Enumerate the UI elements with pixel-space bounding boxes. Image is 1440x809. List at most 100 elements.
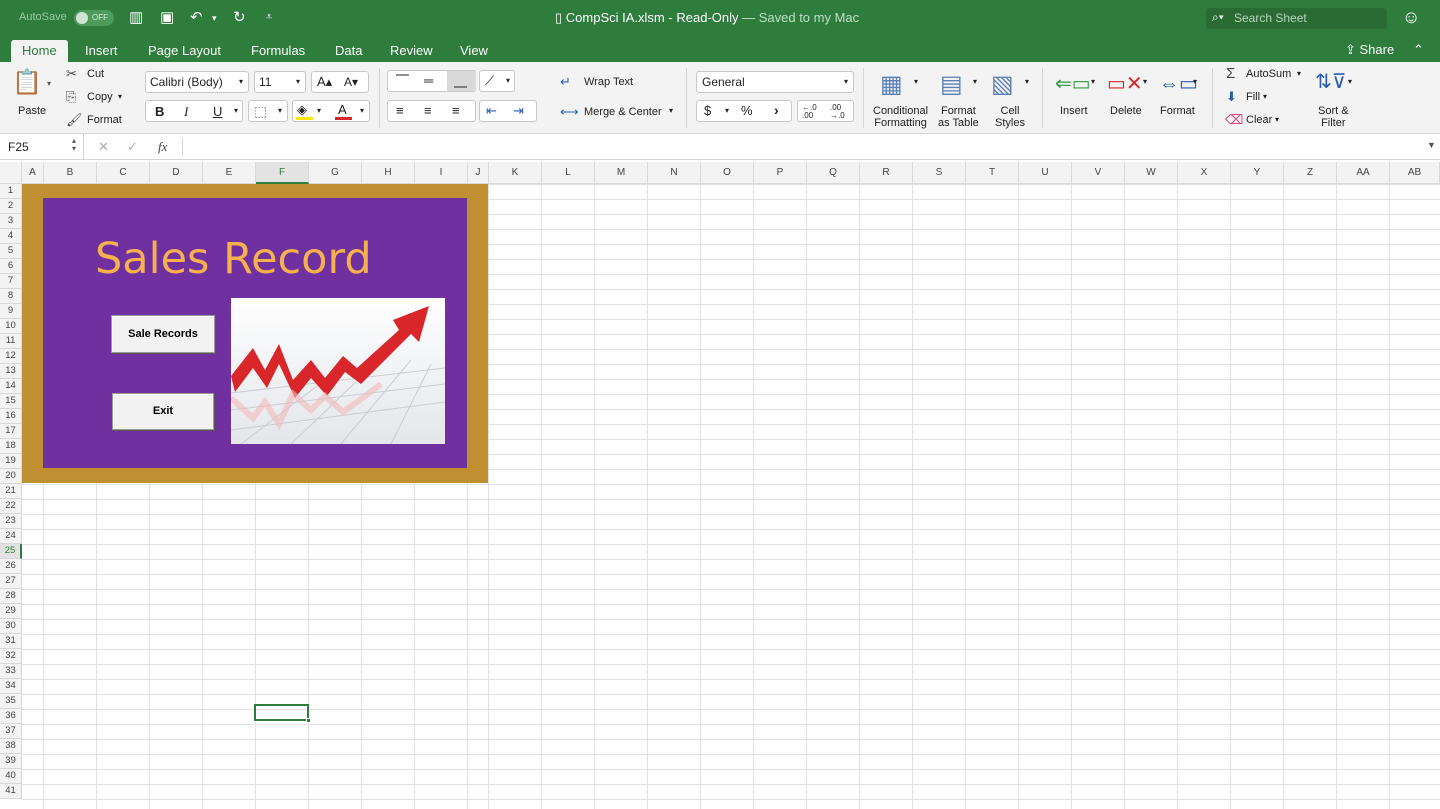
row-header[interactable]: 4 bbox=[0, 229, 22, 244]
column-header[interactable]: Z bbox=[1284, 162, 1337, 184]
select-all-corner[interactable] bbox=[0, 162, 22, 184]
fill-color-dropdown-icon[interactable]: ▾ bbox=[317, 106, 321, 115]
column-header[interactable]: D bbox=[150, 162, 203, 184]
search-sheet-input[interactable]: ⌕▾ Search Sheet bbox=[1206, 8, 1387, 29]
insert-function-button[interactable]: fx bbox=[158, 139, 167, 155]
name-box[interactable]: F25 ▴ ▾ bbox=[0, 134, 84, 160]
row-header[interactable]: 17 bbox=[0, 424, 22, 439]
underline-button[interactable]: U bbox=[213, 104, 222, 119]
insert-cells-button[interactable]: Insert bbox=[1060, 105, 1088, 117]
column-header[interactable]: G bbox=[309, 162, 362, 184]
column-header[interactable]: W bbox=[1125, 162, 1178, 184]
column-header[interactable]: T bbox=[966, 162, 1019, 184]
percent-button[interactable]: % bbox=[741, 103, 753, 118]
column-header[interactable]: AA bbox=[1337, 162, 1390, 184]
column-header[interactable]: H bbox=[362, 162, 415, 184]
cell-styles-button[interactable]: Cell Styles bbox=[995, 105, 1025, 129]
column-header[interactable]: Q bbox=[807, 162, 860, 184]
fill-color-icon[interactable]: ◈ bbox=[297, 102, 307, 118]
increase-font-size-icon[interactable]: A▴ bbox=[317, 74, 332, 90]
sort-filter-button[interactable]: Sort & Filter bbox=[1318, 105, 1349, 129]
column-header[interactable]: C bbox=[97, 162, 150, 184]
decrease-font-size-icon[interactable]: A▾ bbox=[344, 75, 358, 89]
paste-dropdown-icon[interactable]: ▾ bbox=[47, 79, 51, 88]
row-header[interactable]: 6 bbox=[0, 259, 22, 274]
tab-data[interactable]: Data bbox=[335, 43, 362, 58]
row-header[interactable]: 13 bbox=[0, 364, 22, 379]
merge-center-button[interactable]: Merge & Center bbox=[584, 106, 662, 118]
font-color-dropdown-icon[interactable]: ▾ bbox=[360, 106, 364, 115]
row-header[interactable]: 30 bbox=[0, 619, 22, 634]
row-header[interactable]: 16 bbox=[0, 409, 22, 424]
feedback-smiley-icon[interactable]: ☺ bbox=[1402, 7, 1420, 28]
tab-page-layout[interactable]: Page Layout bbox=[148, 43, 221, 58]
comma-style-button[interactable]: › bbox=[774, 102, 779, 118]
conditional-dropdown-icon[interactable]: ▾ bbox=[914, 77, 918, 86]
exit-button[interactable]: Exit bbox=[112, 393, 214, 430]
copy-dropdown-icon[interactable]: ▾ bbox=[118, 92, 122, 101]
autosum-dropdown-icon[interactable]: ▾ bbox=[1297, 69, 1301, 78]
column-header[interactable]: R bbox=[860, 162, 913, 184]
undo-icon[interactable]: ↶ bbox=[190, 8, 203, 26]
row-header[interactable]: 12 bbox=[0, 349, 22, 364]
bold-button[interactable]: B bbox=[155, 104, 164, 119]
align-center-icon[interactable]: ≡ bbox=[424, 103, 432, 118]
row-header[interactable]: 1 bbox=[0, 184, 22, 199]
row-header[interactable]: 39 bbox=[0, 754, 22, 769]
row-header[interactable]: 25 bbox=[0, 544, 22, 559]
row-header[interactable]: 28 bbox=[0, 589, 22, 604]
row-header[interactable]: 8 bbox=[0, 289, 22, 304]
format-dropdown-icon[interactable]: ▾ bbox=[1193, 77, 1197, 86]
column-header[interactable]: AB bbox=[1390, 162, 1440, 184]
column-header[interactable]: Y bbox=[1231, 162, 1284, 184]
row-header[interactable]: 22 bbox=[0, 499, 22, 514]
row-header[interactable]: 7 bbox=[0, 274, 22, 289]
row-header[interactable]: 33 bbox=[0, 664, 22, 679]
row-header[interactable]: 32 bbox=[0, 649, 22, 664]
column-header[interactable]: V bbox=[1072, 162, 1125, 184]
row-header[interactable]: 24 bbox=[0, 529, 22, 544]
font-size-select[interactable]: 11 ▾ bbox=[254, 71, 306, 93]
row-header[interactable]: 36 bbox=[0, 709, 22, 724]
delete-cells-button[interactable]: Delete bbox=[1110, 105, 1142, 117]
fill-dropdown-icon[interactable]: ▾ bbox=[1263, 92, 1267, 101]
format-as-table-button[interactable]: Format as Table bbox=[938, 105, 979, 129]
redo-icon[interactable]: ↻ bbox=[233, 8, 246, 26]
borders-button[interactable]: ⬚ ▾ bbox=[248, 100, 288, 122]
sale-records-button[interactable]: Sale Records bbox=[111, 315, 215, 353]
save-icon[interactable]: ▣ bbox=[160, 8, 174, 26]
increase-decimal-icon[interactable]: ←.0.00 bbox=[802, 104, 817, 120]
column-header[interactable]: U bbox=[1019, 162, 1072, 184]
row-header[interactable]: 38 bbox=[0, 739, 22, 754]
column-header[interactable]: I bbox=[415, 162, 468, 184]
decrease-indent-icon[interactable]: ⇤ bbox=[486, 103, 497, 119]
align-top-icon[interactable]: ⎺ bbox=[396, 73, 409, 89]
share-button[interactable]: ⇪ Share bbox=[1345, 42, 1394, 58]
underline-dropdown-icon[interactable]: ▾ bbox=[234, 106, 238, 115]
align-middle-icon[interactable]: ═ bbox=[424, 73, 433, 88]
clear-dropdown-icon[interactable]: ▾ bbox=[1275, 115, 1279, 124]
insert-dropdown-icon[interactable]: ▾ bbox=[1091, 77, 1095, 86]
sort-filter-dropdown-icon[interactable]: ▾ bbox=[1348, 77, 1352, 86]
paste-icon[interactable]: 📋 bbox=[12, 68, 42, 98]
format-cells-button[interactable]: Format bbox=[1160, 105, 1195, 117]
font-name-select[interactable]: Calibri (Body) ▾ bbox=[145, 71, 249, 93]
format-table-dropdown-icon[interactable]: ▾ bbox=[973, 77, 977, 86]
column-header[interactable]: X bbox=[1178, 162, 1231, 184]
number-format-select[interactable]: General ▾ bbox=[696, 71, 854, 93]
customize-toolbar-icon[interactable]: ⩡ bbox=[266, 11, 272, 24]
worksheet-grid[interactable]: A B C D E F G H I J K L M N O P Q R S T U V W X Y Z AA AB 123456789… bbox=[0, 162, 1440, 809]
merge-dropdown-icon[interactable]: ▾ bbox=[669, 106, 673, 115]
column-header[interactable]: A bbox=[22, 162, 44, 184]
column-header[interactable]: B bbox=[44, 162, 97, 184]
cut-button[interactable]: Cut bbox=[87, 68, 104, 80]
row-header[interactable]: 5 bbox=[0, 244, 22, 259]
row-header[interactable]: 3 bbox=[0, 214, 22, 229]
currency-button[interactable]: $ bbox=[704, 103, 711, 118]
name-box-stepper-icon[interactable]: ▴ ▾ bbox=[72, 137, 76, 153]
expand-formula-bar-icon[interactable]: ▼ bbox=[1427, 140, 1436, 150]
column-header[interactable]: F bbox=[256, 162, 309, 184]
cancel-formula-icon[interactable]: ✕ bbox=[98, 139, 109, 155]
column-header[interactable]: S bbox=[913, 162, 966, 184]
tab-review[interactable]: Review bbox=[390, 43, 433, 58]
